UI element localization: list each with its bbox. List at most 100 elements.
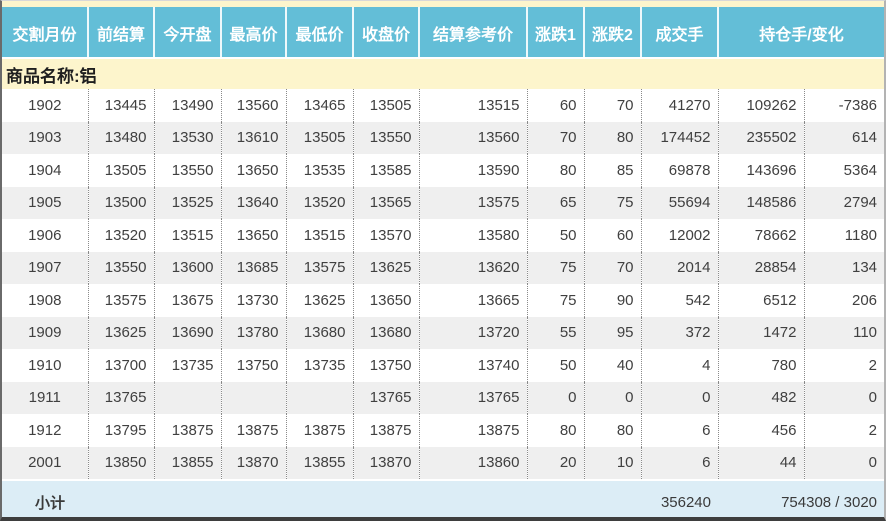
column-header-month: 交割月份 [2, 7, 88, 58]
cell-oi-change: 110 [804, 317, 884, 350]
cell-close: 13585 [353, 154, 419, 187]
cell-change1: 70 [527, 122, 584, 155]
cell-month: 1907 [2, 252, 88, 285]
cell-low [286, 382, 353, 415]
cell-month: 1904 [2, 154, 88, 187]
cell-high: 13650 [221, 154, 286, 187]
cell-volume: 12002 [641, 219, 718, 252]
cell-change1: 75 [527, 284, 584, 317]
cell-change2: 70 [584, 89, 641, 122]
cell-prev-settlement: 13550 [88, 252, 154, 285]
cell-change1: 50 [527, 349, 584, 382]
cell-open-interest: 482 [718, 382, 804, 415]
cell-close: 13680 [353, 317, 419, 350]
cell-volume: 6 [641, 447, 718, 481]
cell-open: 13855 [154, 447, 221, 481]
cell-settlement-ref: 13515 [419, 89, 527, 122]
table-row[interactable]: 1908135751367513730136251365013665759054… [2, 284, 884, 317]
cell-close: 13570 [353, 219, 419, 252]
column-header-change1: 涨跌1 [527, 7, 584, 58]
cell-change2: 95 [584, 317, 641, 350]
table-row[interactable]: 1904135051355013650135351358513590808569… [2, 154, 884, 187]
cell-volume: 6 [641, 414, 718, 447]
column-header-close: 收盘价 [353, 7, 419, 58]
cell-volume: 0 [641, 382, 718, 415]
cell-month: 1905 [2, 187, 88, 220]
table-row[interactable]: 1906135201351513650135151357013580506012… [2, 219, 884, 252]
cell-prev-settlement: 13520 [88, 219, 154, 252]
cell-open: 13735 [154, 349, 221, 382]
table-row[interactable]: 1907135501360013685135751362513620757020… [2, 252, 884, 285]
cell-change2: 60 [584, 219, 641, 252]
cell-open: 13875 [154, 414, 221, 447]
cell-change2: 0 [584, 382, 641, 415]
table-row[interactable]: 1909136251369013780136801368013720559537… [2, 317, 884, 350]
cell-open-interest: 6512 [718, 284, 804, 317]
cell-volume: 372 [641, 317, 718, 350]
cell-change1: 80 [527, 414, 584, 447]
cell-low: 13505 [286, 122, 353, 155]
cell-prev-settlement: 13700 [88, 349, 154, 382]
cell-month: 1909 [2, 317, 88, 350]
table-row[interactable]: 1903134801353013610135051355013560708017… [2, 122, 884, 155]
table-row[interactable]: 1902134451349013560134651350513515607041… [2, 89, 884, 122]
cell-settlement-ref: 13575 [419, 187, 527, 220]
cell-open [154, 382, 221, 415]
cell-month: 1903 [2, 122, 88, 155]
cell-settlement-ref: 13740 [419, 349, 527, 382]
cell-low: 13535 [286, 154, 353, 187]
column-header-settlement-ref: 结算参考价 [419, 7, 527, 58]
cell-prev-settlement: 13505 [88, 154, 154, 187]
cell-high: 13650 [221, 219, 286, 252]
cell-open-interest: 109262 [718, 89, 804, 122]
cell-settlement-ref: 13720 [419, 317, 527, 350]
cell-settlement-ref: 13580 [419, 219, 527, 252]
cell-high: 13560 [221, 89, 286, 122]
cell-close: 13550 [353, 122, 419, 155]
cell-settlement-ref: 13875 [419, 414, 527, 447]
cell-change1: 75 [527, 252, 584, 285]
cell-open: 13525 [154, 187, 221, 220]
cell-settlement-ref: 13860 [419, 447, 527, 481]
cell-open: 13690 [154, 317, 221, 350]
cell-prev-settlement: 13480 [88, 122, 154, 155]
cell-low: 13520 [286, 187, 353, 220]
cell-low: 13875 [286, 414, 353, 447]
cell-change2: 80 [584, 122, 641, 155]
cell-high: 13640 [221, 187, 286, 220]
cell-open: 13530 [154, 122, 221, 155]
cell-oi-change: 614 [804, 122, 884, 155]
cell-month: 1912 [2, 414, 88, 447]
cell-settlement-ref: 13665 [419, 284, 527, 317]
column-header-volume: 成交手 [641, 7, 718, 58]
cell-month: 1908 [2, 284, 88, 317]
cell-close: 13625 [353, 252, 419, 285]
cell-volume: 2014 [641, 252, 718, 285]
cell-change1: 60 [527, 89, 584, 122]
table-row[interactable]: 1912137951387513875138751387513875808064… [2, 414, 884, 447]
table-row[interactable]: 2001138501385513870138551387013860201064… [2, 447, 884, 481]
table-row[interactable]: 19111376513765137650004820 [2, 382, 884, 415]
cell-settlement-ref: 13560 [419, 122, 527, 155]
table-row[interactable]: 1905135001352513640135201356513575657555… [2, 187, 884, 220]
futures-quotes-panel: 交割月份前结算今开盘最高价最低价收盘价结算参考价涨跌1涨跌2成交手持仓手/变化 … [0, 0, 886, 521]
cell-change1: 55 [527, 317, 584, 350]
cell-volume: 174452 [641, 122, 718, 155]
cell-low: 13465 [286, 89, 353, 122]
cell-change1: 50 [527, 219, 584, 252]
cell-open-interest: 143696 [718, 154, 804, 187]
table-row[interactable]: 1910137001373513750137351375013740504047… [2, 349, 884, 382]
cell-high: 13780 [221, 317, 286, 350]
cell-open-interest: 78662 [718, 219, 804, 252]
column-header-prev-settlement: 前结算 [88, 7, 154, 58]
cell-close: 13870 [353, 447, 419, 481]
cell-oi-change: 0 [804, 447, 884, 481]
cell-prev-settlement: 13795 [88, 414, 154, 447]
cell-settlement-ref: 13765 [419, 382, 527, 415]
cell-high [221, 382, 286, 415]
cell-low: 13735 [286, 349, 353, 382]
cell-change1: 0 [527, 382, 584, 415]
cell-oi-change: 2794 [804, 187, 884, 220]
column-header-change2: 涨跌2 [584, 7, 641, 58]
cell-oi-change: 0 [804, 382, 884, 415]
